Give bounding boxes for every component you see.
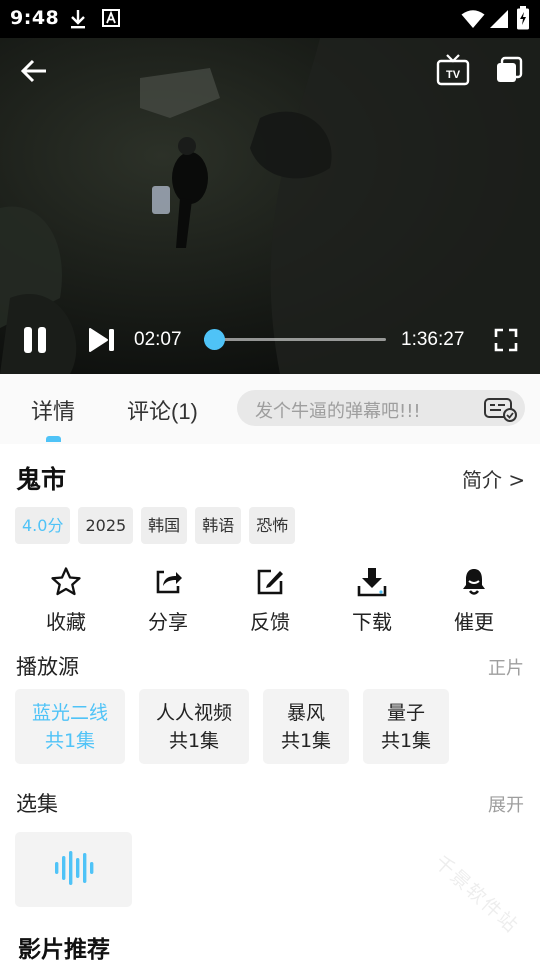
fullscreen-icon[interactable] [494,328,518,352]
source-item-renren[interactable]: 人人视频 共1集 [139,689,249,764]
tab-indicator [46,436,61,442]
rating-tag: 4.0分 [15,507,71,544]
download-icon [68,8,88,34]
signal-icon [489,9,509,33]
episode-item[interactable] [15,832,132,907]
download-label: 下载 [352,610,392,634]
sound-wave-icon [54,849,94,891]
region-tag: 韩国 [141,507,188,544]
danmu-settings-icon[interactable] [483,396,519,426]
total-time: 1:36:27 [401,329,465,350]
favorite-label: 收藏 [46,610,86,634]
edit-icon [219,566,321,598]
episodes-title: 选集 [16,792,58,816]
tag-list: 4.0分 2025 韩国 韩语 恐怖 [15,507,296,544]
language-tag: 韩语 [195,507,242,544]
source-count: 共1集 [168,730,220,752]
movie-title: 鬼市 [16,465,67,494]
download-button[interactable]: 下载 [321,566,423,635]
source-item-baofeng[interactable]: 暴风 共1集 [263,689,349,764]
battery-charging-icon [516,6,530,34]
back-arrow-icon[interactable] [20,58,48,84]
source-list: 蓝光二线 共1集 人人视频 共1集 暴风 共1集 量子 共1集 [15,689,449,764]
genre-tag: 恐怖 [249,507,296,544]
source-count: 共1集 [44,730,96,752]
next-icon[interactable] [88,327,116,353]
danmu-placeholder: 发个牛逼的弹幕吧!!! [255,401,421,422]
seek-thumb[interactable] [204,329,225,350]
current-time: 02:07 [134,329,182,350]
a-icon [102,9,120,31]
source-name: 蓝光二线 [31,702,108,724]
status-time: 9:48 [10,7,60,29]
remind-update-button[interactable]: 催更 [423,566,525,635]
sources-type: 正片 [488,658,524,679]
download-icon [321,566,423,598]
pip-icon[interactable] [495,56,523,84]
tab-comments[interactable]: 评论(1) [127,394,198,426]
year-tag: 2025 [78,507,134,544]
intro-link[interactable]: 简介 > [462,464,525,493]
feedback-button[interactable]: 反馈 [219,566,321,635]
expand-episodes[interactable]: 展开 [488,791,524,817]
tv-cast-icon[interactable]: TV [436,54,470,86]
source-name: 暴风 [286,702,325,724]
watermark: 千景软件站 [430,851,523,938]
source-name: 人人视频 [155,702,232,724]
tab-details[interactable]: 详情 [31,394,75,426]
recommend-title: 影片推荐 [18,937,110,960]
video-player[interactable]: TV 02:07 1:36:27 [0,38,540,374]
sources-title: 播放源 [16,655,79,679]
danmu-input[interactable]: 发个牛逼的弹幕吧!!! [237,390,525,426]
source-name: 量子 [386,702,425,724]
action-bar: 收藏 分享 反馈 下载 催更 [0,566,540,636]
tv-label: TV [446,69,461,81]
seek-bar[interactable] [214,338,386,341]
share-label: 分享 [148,610,188,634]
status-bar: 9:48 [0,0,540,38]
pause-icon[interactable] [22,326,48,354]
favorite-button[interactable]: 收藏 [15,566,117,635]
wifi-icon [461,9,485,33]
star-icon [15,566,117,598]
share-button[interactable]: 分享 [117,566,219,635]
share-icon [117,566,219,598]
video-frame [0,38,540,374]
bell-icon [423,566,525,598]
remind-update-label: 催更 [454,610,494,634]
feedback-label: 反馈 [250,610,290,634]
source-item-liangzi[interactable]: 量子 共1集 [363,689,449,764]
source-count: 共1集 [280,730,332,752]
source-item-languang[interactable]: 蓝光二线 共1集 [15,689,125,764]
source-count: 共1集 [380,730,432,752]
